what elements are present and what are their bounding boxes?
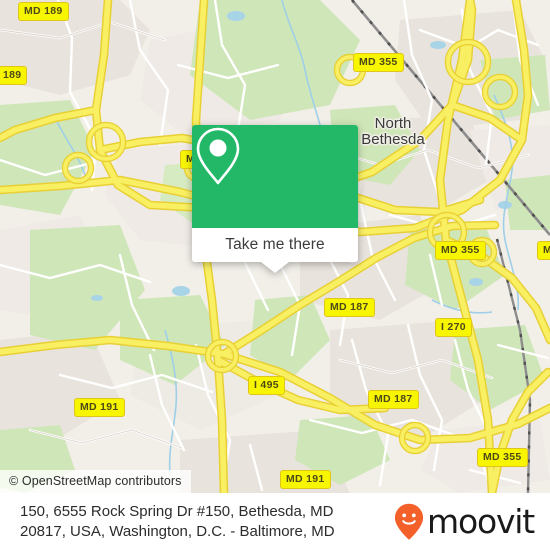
shield-md-355-north[interactable]: MD 355: [353, 53, 404, 72]
location-pin-icon: [196, 127, 240, 185]
moovit-smiley-pin-icon: [394, 503, 424, 540]
place-label-line1: North: [374, 115, 412, 132]
shield-md-189[interactable]: MD 189: [18, 2, 69, 21]
address-line-2: 20817, USA, Washington, D.C. - Baltimore…: [20, 522, 335, 540]
moovit-map-screenshot: North Bethesda MD 189 189 MD 355 MD 355 …: [0, 0, 550, 550]
shield-189[interactable]: 189: [0, 66, 28, 85]
shield-md-187-south[interactable]: MD 187: [368, 390, 419, 409]
location-popup[interactable]: Take me there: [192, 125, 358, 273]
shield-md-191-south[interactable]: MD 191: [280, 470, 331, 489]
map-canvas[interactable]: North Bethesda MD 189 189 MD 355 MD 355 …: [0, 0, 550, 493]
shield-md-edge-partial[interactable]: MD: [537, 241, 550, 260]
popup-tail: [261, 262, 289, 273]
take-me-there-button[interactable]: Take me there: [192, 228, 358, 262]
address-line-1: 150, 6555 Rock Spring Dr #150, Bethesda,…: [20, 502, 334, 520]
osm-attribution[interactable]: © OpenStreetMap contributors: [0, 470, 191, 493]
moovit-wordmark: moovit: [427, 502, 535, 541]
moovit-logo[interactable]: moovit: [394, 503, 538, 541]
place-label-line2: Bethesda: [361, 131, 425, 149]
shield-md-191-west[interactable]: MD 191: [74, 398, 125, 417]
shield-i-495[interactable]: I 495: [248, 376, 285, 395]
popup-body: Take me there: [192, 125, 358, 262]
shield-md-187-north[interactable]: MD 187: [324, 298, 375, 317]
shield-i-270[interactable]: I 270: [435, 318, 472, 337]
shield-md-355-east[interactable]: MD 355: [435, 241, 486, 260]
address-caption: 150, 6555 Rock Spring Dr #150, Bethesda,…: [20, 502, 394, 542]
popup-image-area: [192, 125, 358, 228]
shield-md-355-south[interactable]: MD 355: [477, 448, 528, 467]
footer-bar: 150, 6555 Rock Spring Dr #150, Bethesda,…: [0, 493, 550, 550]
place-label-north-bethesda: North Bethesda: [348, 115, 438, 149]
